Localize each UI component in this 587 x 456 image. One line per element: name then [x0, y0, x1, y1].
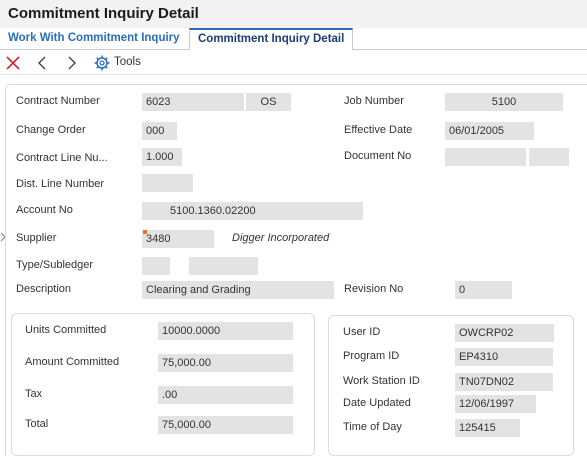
toolbar: Tools	[0, 51, 587, 75]
revision-no-field[interactable]: 0	[455, 281, 512, 299]
contract-line-number-label: Contract Line Nu...	[16, 152, 108, 164]
date-updated-label: Date Updated	[343, 397, 411, 409]
subledger-field[interactable]	[189, 257, 258, 275]
dist-line-number-field[interactable]	[142, 174, 193, 192]
title-bar: Commitment Inquiry Detail	[0, 0, 587, 28]
time-of-day-field[interactable]: 125415	[455, 419, 520, 437]
contract-line-number-field[interactable]: 1.000	[142, 148, 182, 166]
amount-committed-label: Amount Committed	[25, 356, 120, 368]
document-type-field[interactable]	[529, 148, 569, 166]
chevron-right-icon[interactable]	[62, 54, 80, 72]
tax-field[interactable]: .00	[158, 386, 293, 404]
window-title: Commitment Inquiry Detail	[8, 5, 199, 22]
effective-date-field[interactable]: 06/01/2005	[445, 122, 534, 140]
program-id-label: Program ID	[343, 350, 400, 362]
change-order-label: Change Order	[16, 124, 86, 136]
tab-strip: Work With Commitment Inquiry Commitment …	[0, 28, 587, 51]
units-committed-label: Units Committed	[25, 324, 107, 336]
total-field[interactable]: 75,000.00	[158, 416, 293, 434]
required-flag-icon	[143, 230, 147, 234]
supplier-field[interactable]: 3480	[142, 230, 214, 248]
description-label: Description	[16, 283, 72, 295]
total-label: Total	[25, 418, 49, 430]
user-id-label: User ID	[343, 326, 381, 338]
user-id-field[interactable]: OWCRP02	[455, 324, 554, 342]
job-number-field[interactable]: 5100	[445, 93, 563, 111]
contract-type-field[interactable]: OS	[246, 93, 291, 111]
change-order-field[interactable]: 000	[142, 122, 177, 140]
tax-label: Tax	[25, 388, 43, 400]
contract-number-label: Contract Number	[16, 95, 100, 107]
tab-commitment-inquiry-detail[interactable]: Commitment Inquiry Detail	[189, 28, 354, 51]
revision-no-label: Revision No	[344, 283, 404, 295]
program-id-field[interactable]: EP4310	[455, 348, 553, 366]
work-station-id-field[interactable]: TN07DN02	[455, 373, 553, 391]
time-of-day-label: Time of Day	[343, 421, 402, 433]
dist-line-number-label: Dist. Line Number	[16, 178, 105, 190]
chevron-left-icon[interactable]	[34, 54, 52, 72]
units-committed-field[interactable]: 10000.0000	[158, 322, 293, 340]
close-icon[interactable]	[4, 54, 22, 72]
contract-number-field[interactable]: 6023	[142, 93, 244, 111]
supplier-label: Supplier	[16, 232, 57, 244]
account-no-label: Account No	[16, 204, 73, 216]
account-no-field[interactable]: 5100.1360.02200	[142, 202, 363, 220]
date-updated-field[interactable]: 12/06/1997	[455, 395, 536, 413]
supplier-name: Digger Incorporated	[232, 232, 330, 244]
description-field[interactable]: Clearing and Grading	[142, 281, 334, 299]
amount-committed-field[interactable]: 75,000.00	[158, 354, 293, 372]
document-no-field[interactable]	[445, 148, 526, 166]
gear-icon[interactable]	[93, 54, 111, 72]
tools-menu[interactable]: Tools	[114, 56, 141, 68]
subledger-type-field[interactable]	[142, 257, 170, 275]
effective-date-label: Effective Date	[344, 124, 413, 136]
work-station-id-label: Work Station ID	[343, 375, 420, 387]
tab-work-with-commitment-inquiry[interactable]: Work With Commitment Inquiry	[2, 28, 186, 50]
type-subledger-label: Type/Subledger	[16, 259, 94, 271]
job-number-label: Job Number	[344, 95, 404, 107]
document-no-label: Document No	[344, 150, 412, 162]
